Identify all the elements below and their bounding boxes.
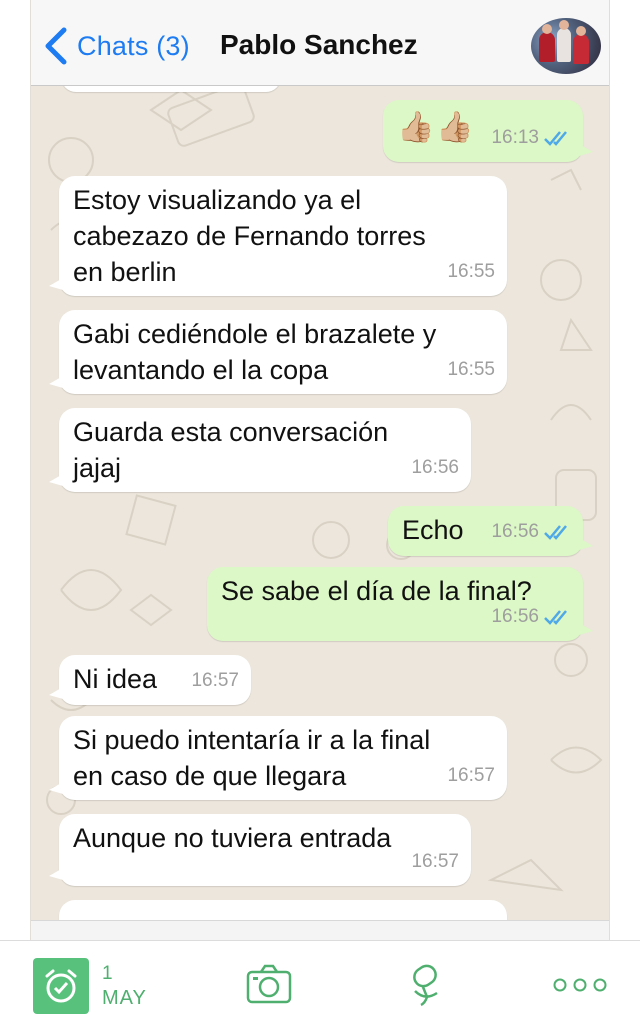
message-bubble-incoming[interactable]: Si puedo intentaría ir a la final en cas… bbox=[49, 716, 507, 800]
message-time: 16:13 bbox=[491, 127, 539, 148]
message-time: 16:57 bbox=[411, 851, 459, 872]
camera-button[interactable] bbox=[245, 963, 293, 1010]
message-time: 16:57 bbox=[191, 670, 239, 691]
more-icon bbox=[553, 978, 607, 992]
message-input-bar[interactable] bbox=[31, 920, 609, 940]
message-bubble-outgoing[interactable]: Se sabe el día de la final? 16:56 bbox=[207, 567, 593, 641]
message-meta: 16:57 bbox=[411, 844, 459, 880]
message-bubble-outgoing[interactable]: 👍🏼👍🏼 16:13 bbox=[383, 100, 593, 162]
message-text-line: jajaj bbox=[73, 453, 122, 483]
microphone-button[interactable] bbox=[405, 963, 445, 1012]
alarm-icon bbox=[45, 969, 77, 1003]
message-time: 16:56 bbox=[411, 457, 459, 478]
more-button[interactable] bbox=[552, 977, 608, 998]
microphone-icon bbox=[413, 964, 438, 1007]
message-text-line: Gabi cediéndole el brazalete y bbox=[73, 319, 437, 349]
chevron-left-icon bbox=[45, 27, 67, 65]
date-month: MAY bbox=[102, 987, 147, 1009]
message-text-line: Guarda esta conversación bbox=[73, 417, 389, 447]
double-check-icon bbox=[544, 610, 567, 625]
message-bubble-incoming[interactable]: Ni idea 16:57 bbox=[49, 655, 251, 705]
message-text-line: levantando el la copa bbox=[73, 355, 329, 385]
message-meta: 16:55 bbox=[447, 352, 495, 388]
message-meta: 16:56 bbox=[491, 599, 571, 635]
message-meta: 16:57 bbox=[191, 663, 239, 699]
navigation-bar: Chats (3) Pablo Sanchez bbox=[31, 0, 609, 86]
back-label: Chats (3) bbox=[77, 30, 190, 61]
message-text-line: en berlin bbox=[73, 257, 177, 287]
contact-name[interactable]: Pablo Sanchez bbox=[220, 29, 418, 61]
message-text-line: Si puedo intentaría ir a la final bbox=[73, 725, 431, 755]
message-bubble-incoming[interactable]: Estoy visualizando ya el cabezazo de Fer… bbox=[49, 176, 507, 296]
message-meta: 16:56 bbox=[411, 450, 459, 486]
message-meta: 16:57 bbox=[447, 758, 495, 794]
camera-icon bbox=[246, 964, 292, 1004]
message-meta: 16:56 bbox=[491, 514, 571, 550]
message-meta: 16:55 bbox=[447, 254, 495, 290]
message-bubble-incoming[interactable]: Gabi cediéndole el brazalete y levantand… bbox=[49, 310, 507, 394]
bottom-toolbar: 1 MAY bbox=[0, 940, 640, 1028]
date-day: 1 bbox=[102, 963, 113, 984]
message-meta: 16:13 bbox=[491, 120, 571, 156]
double-check-icon bbox=[544, 525, 567, 540]
message-bubble-incoming[interactable]: Aunque no tuviera entrada 16:57 bbox=[49, 814, 471, 886]
alarm-button[interactable] bbox=[33, 958, 89, 1014]
double-check-icon bbox=[544, 131, 567, 146]
message-bubble-incoming[interactable]: Guarda esta conversación jajaj 16:56 bbox=[49, 408, 471, 492]
back-to-chats-button[interactable]: Chats (3) bbox=[43, 26, 190, 66]
chat-screen: Chats (3) Pablo Sanchez 👍🏼👍🏼 16:13 Estoy… bbox=[30, 0, 610, 940]
message-time: 16:56 bbox=[491, 606, 539, 627]
message-text: Aunque no tuviera entrada bbox=[73, 823, 392, 853]
message-time: 16:56 bbox=[491, 521, 539, 542]
contact-avatar[interactable] bbox=[531, 18, 601, 74]
message-text-line: cabezazo de Fernando torres bbox=[73, 221, 426, 251]
message-time: 16:55 bbox=[447, 261, 495, 282]
message-time: 16:57 bbox=[447, 765, 495, 786]
message-time: 16:55 bbox=[447, 359, 495, 380]
message-text-line: en caso de que llegara bbox=[73, 761, 347, 791]
message-text-line: Estoy visualizando ya el bbox=[73, 185, 362, 215]
message-bubble-outgoing[interactable]: Echo 16:56 bbox=[388, 506, 593, 556]
